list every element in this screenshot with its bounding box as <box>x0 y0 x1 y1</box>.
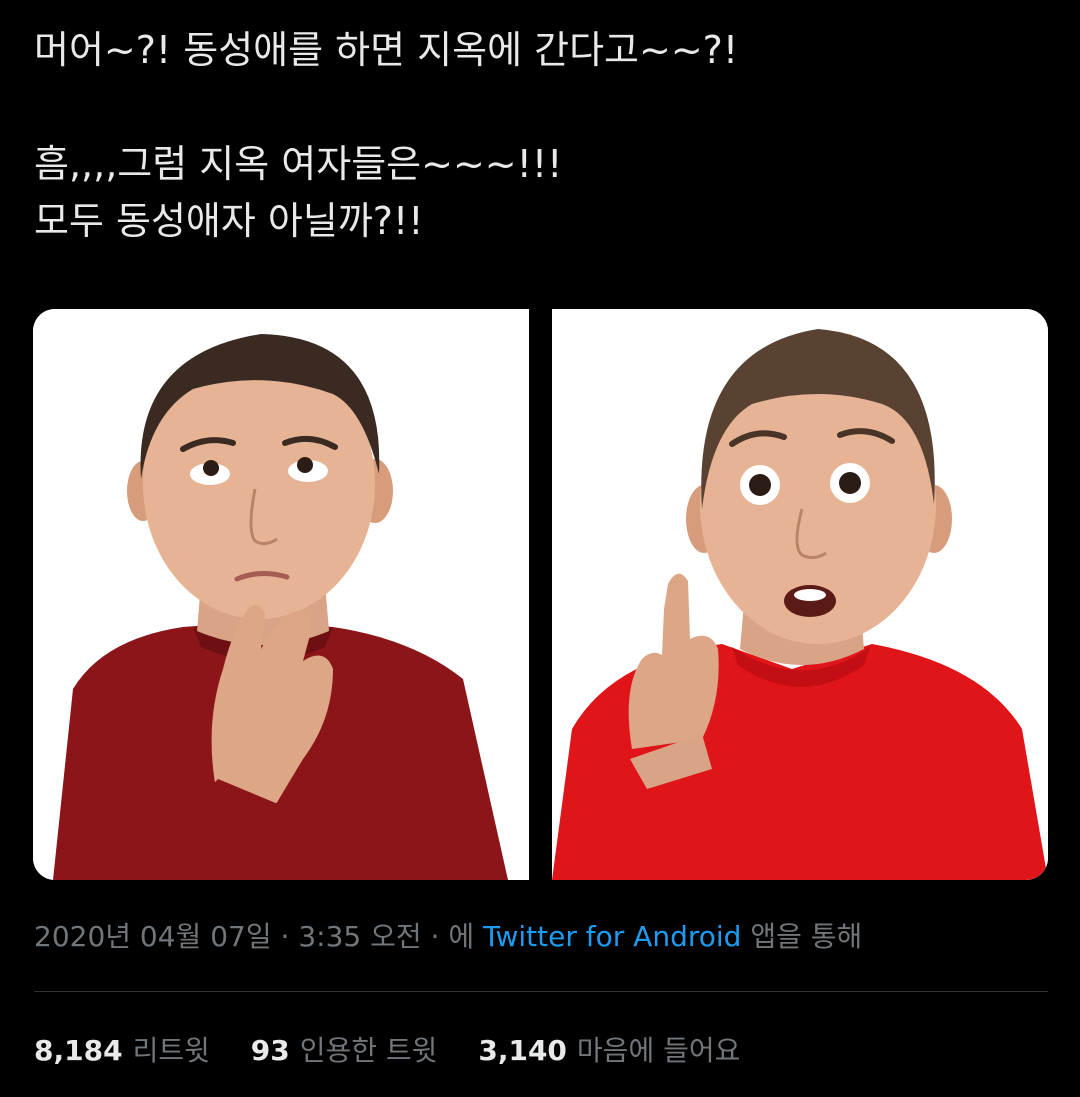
tweet-time: 3:35 오전 <box>298 920 422 953</box>
source-app-link[interactable]: Twitter for Android <box>483 920 741 953</box>
thinking-boy-illustration <box>33 309 529 880</box>
tweet-text-line: 머어~?! 동성애를 하면 지옥에 간다고~~?! <box>34 28 739 72</box>
quotes-stat[interactable]: 93 인용한 트윗 <box>251 1028 438 1074</box>
likes-label: 마음에 들어요 <box>576 1034 741 1067</box>
divider <box>34 991 1048 992</box>
quotes-count: 93 <box>250 1034 290 1067</box>
surprised-boy-photo[interactable] <box>552 309 1048 880</box>
tweet-date: 2020년 04월 07일 <box>34 920 272 953</box>
likes-stat[interactable]: 3,140 마음에 들어요 <box>478 1028 740 1074</box>
tweet-media-grid <box>33 309 1048 880</box>
via-suffix: 앱을 통해 <box>750 920 863 953</box>
tweet-text: 머어~?! 동성애를 하면 지옥에 간다고~~?! 흠,,,,그럼 지옥 여자들… <box>34 22 1044 250</box>
surprised-boy-illustration <box>552 309 1048 880</box>
meta-separator: · <box>280 920 290 953</box>
retweets-count: 8,184 <box>34 1034 123 1067</box>
quotes-label: 인용한 트윗 <box>299 1034 438 1067</box>
likes-count: 3,140 <box>478 1034 567 1067</box>
tweet-text-line: 모두 동성애자 아닐까?!! <box>34 199 424 243</box>
via-prefix: 에 <box>448 920 475 953</box>
meta-separator: · <box>430 920 440 953</box>
retweets-stat[interactable]: 8,184 리트윗 <box>34 1028 210 1074</box>
retweets-label: 리트윗 <box>132 1034 210 1067</box>
thinking-boy-photo[interactable] <box>33 309 529 880</box>
tweet-text-line: 흠,,,,그럼 지옥 여자들은~~~!!! <box>34 142 563 186</box>
tweet-text-blank-line <box>34 79 1044 136</box>
tweet-meta: 2020년 04월 07일 · 3:35 오전 · 에 Twitter for … <box>34 914 862 960</box>
tweet-stats: 8,184 리트윗 93 인용한 트윗 3,140 마음에 들어요 <box>34 1028 772 1074</box>
